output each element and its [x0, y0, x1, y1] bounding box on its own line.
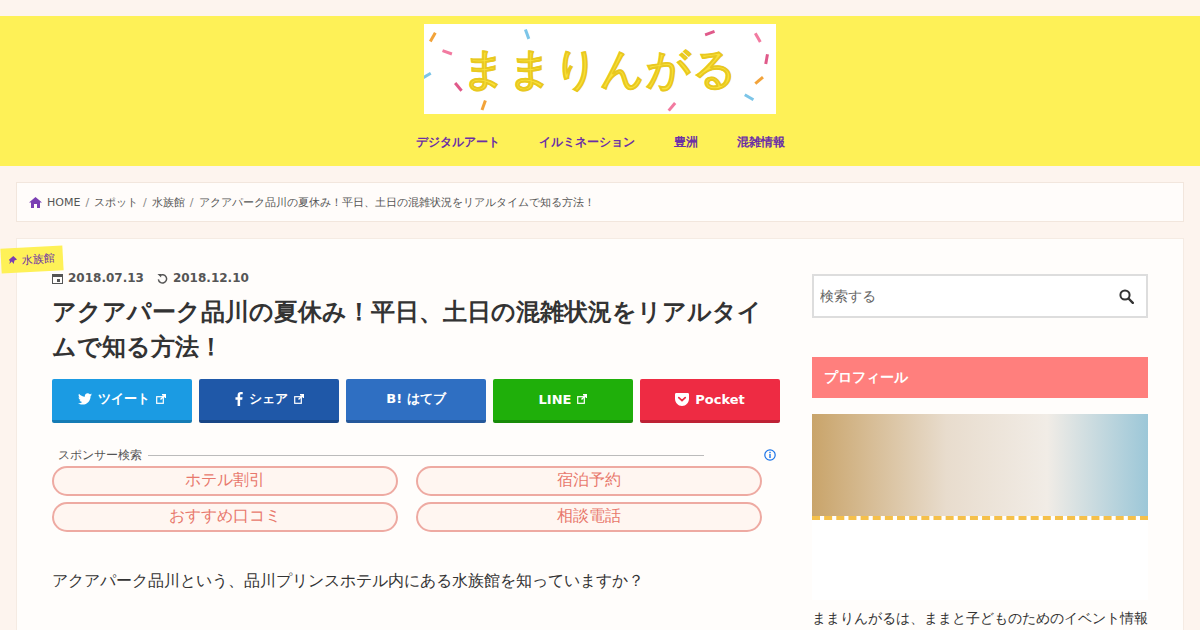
nav-item[interactable]: 豊洲 [674, 134, 698, 151]
breadcrumb-item[interactable]: スポット [94, 195, 138, 210]
sponsor-link[interactable]: 相談電話 [416, 502, 762, 532]
external-link-icon [156, 394, 166, 404]
profile-text: ままりんがるは、ままと子どものためのイベント情報 [812, 610, 1148, 628]
site-header: ままりんがる デジタルアート イルミネーション 豊洲 混雑情報 [0, 16, 1200, 166]
twitter-icon [78, 393, 92, 405]
search-icon[interactable] [1119, 289, 1134, 304]
breadcrumb-item[interactable]: 水族館 [152, 195, 185, 210]
calendar-icon [52, 273, 63, 284]
pocket-icon [675, 393, 689, 406]
search-input[interactable] [818, 287, 1119, 305]
main-nav: デジタルアート イルミネーション 豊洲 混雑情報 [416, 134, 785, 151]
article: 2018.07.13 2018.12.10 アクアパーク品川の夏休み！平日、土日… [52, 271, 780, 630]
nav-item[interactable]: デジタルアート [416, 134, 500, 151]
content-card: 水族館 2018.07.13 2018.12.10 アクアパーク品川の夏休み！平… [16, 238, 1184, 630]
breadcrumb-item[interactable]: HOME [47, 196, 80, 209]
category-badge[interactable]: 水族館 [0, 245, 63, 273]
pin-icon [9, 256, 18, 265]
page: ままりんがる デジタルアート イルミネーション 豊洲 混雑情報 HOME / スポット… [0, 0, 1200, 630]
logo-text[interactable]: ままりんがる [462, 40, 738, 99]
sponsor-link[interactable]: おすすめ口コミ [52, 502, 398, 532]
nav-item[interactable]: イルミネーション [539, 134, 635, 151]
article-paragraph: アクアパーク品川という、品川プリンスホテル内にある水族館を知っていますか？ [52, 568, 780, 594]
nav-item[interactable]: 混雑情報 [737, 134, 785, 151]
profile-image [812, 414, 1148, 600]
breadcrumb-item: アクアパーク品川の夏休み！平日、土日の混雑状況をリアルタイムで知る方法！ [199, 195, 595, 210]
top-strip [0, 0, 1200, 16]
breadcrumb-separator: / [85, 196, 89, 209]
facebook-icon [235, 392, 243, 406]
site-logo[interactable]: ままりんがる [424, 24, 776, 114]
share-button[interactable]: ツイート [52, 379, 192, 423]
profile-heading: プロフィール [812, 357, 1148, 398]
share-buttons: ツイート シェア B! はてブ LINE Pocket [52, 379, 780, 423]
share-button[interactable]: シェア [199, 379, 339, 423]
home-icon [29, 197, 42, 208]
sponsor-link[interactable]: 宿泊予約 [416, 466, 762, 496]
breadcrumb-separator: / [190, 196, 194, 209]
article-title: アクアパーク品川の夏休み！平日、土日の混雑状況をリアルタイムで知る方法！ [52, 295, 780, 365]
search-box[interactable] [812, 274, 1148, 318]
updated-date: 2018.12.10 [173, 271, 249, 285]
share-button[interactable]: B! はてブ [346, 379, 486, 423]
breadcrumb: HOME / スポット / 水族館 / アクアパーク品川の夏休み！平日、土日の混… [16, 182, 1184, 222]
share-button[interactable]: LINE [493, 379, 633, 423]
sponsor-link[interactable]: ホテル割引 [52, 466, 398, 496]
breadcrumb-separator: / [143, 196, 147, 209]
post-dates: 2018.07.13 2018.12.10 [52, 271, 780, 285]
external-link-icon [577, 394, 587, 404]
sponsor-search: スポンサー検索 ホテル割引宿泊予約おすすめ口コミ相談電話 [52, 447, 780, 532]
info-icon[interactable] [764, 449, 776, 461]
published-date: 2018.07.13 [68, 271, 144, 285]
sponsor-label: スポンサー検索 [58, 447, 142, 464]
refresh-icon [157, 273, 168, 284]
sidebar: プロフィール ままりんがるは、ままと子どものためのイベント情報 [812, 271, 1148, 630]
share-button[interactable]: Pocket [640, 379, 780, 423]
external-link-icon [294, 394, 304, 404]
